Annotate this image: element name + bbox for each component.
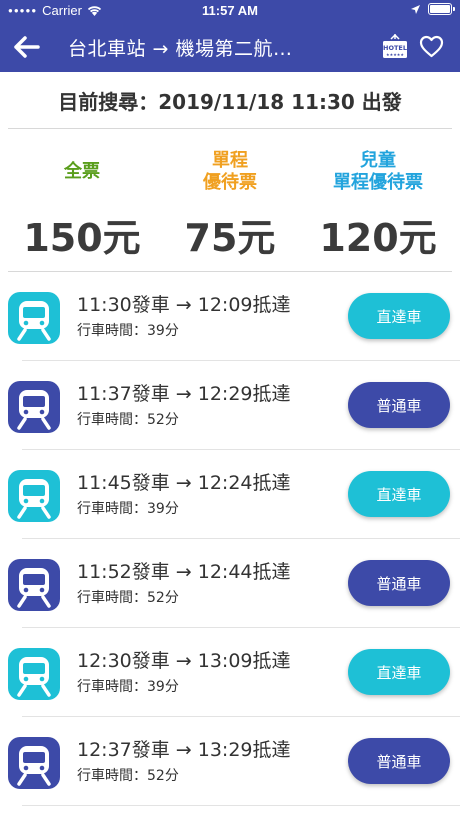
current-search-label: 目前搜尋：2019/11/18 11:30 出發 [58,89,402,114]
fare-concession: 單程 優待票 75元 [156,129,304,271]
fare-label: 全票 [64,143,100,201]
train-icon [8,292,60,344]
train-times: 11:30發車 → 12:09抵達 [77,294,291,316]
train-duration: 行車時間：39分 [77,679,179,695]
hotel-text: HOTEL [383,44,407,52]
hotel-icon: HOTEL ★★★★★ [383,33,407,58]
svg-text:★★★★★: ★★★★★ [386,52,404,57]
train-icon [8,559,60,611]
train-times: 12:37發車 → 13:29抵達 [77,739,291,761]
train-icon [8,648,60,700]
train-icon [8,470,60,522]
train-times: 11:45發車 → 12:24抵達 [77,472,291,494]
train-list: 11:30發車 → 12:09抵達 行車時間：39分 直達車 11:37發車 →… [0,272,460,806]
back-button[interactable] [0,22,52,72]
fare-label-line: 兒童 [360,150,396,171]
train-duration: 行車時間：39分 [77,501,179,517]
train-times: 11:52發車 → 12:44抵達 [77,561,291,583]
fare-price: 150元 [23,216,141,260]
train-duration: 行車時間：52分 [77,768,179,784]
train-type-button[interactable]: 普通車 [348,382,450,428]
train-row[interactable]: 11:37發車 → 12:29抵達 行車時間：52分 普通車 [0,361,460,450]
train-type-button[interactable]: 普通車 [348,560,450,606]
route-title: 台北車站 → 機場第二航… [68,37,293,60]
fare-child: 兒童 單程優待票 120元 [304,129,452,271]
favorite-button[interactable] [419,35,444,62]
heart-icon [419,35,444,58]
train-type-button[interactable]: 直達車 [348,471,450,517]
train-icon [8,381,60,433]
location-arrow-icon [411,4,420,14]
status-time: 11:57 AM [202,3,258,18]
fare-full: 全票 150元 [8,129,156,271]
train-duration: 行車時間：52分 [77,412,179,428]
train-times: 12:30發車 → 13:09抵達 [77,650,291,672]
battery-icon [428,3,455,15]
fare-label-line: 全票 [64,161,100,182]
fare-label: 單程 優待票 [203,143,257,201]
train-row[interactable]: 11:52發車 → 12:44抵達 行車時間：52分 普通車 [0,539,460,628]
train-row[interactable]: 12:30發車 → 13:09抵達 行車時間：39分 直達車 [0,628,460,717]
fare-label-line: 單程優待票 [333,172,423,193]
train-type-button[interactable]: 普通車 [348,738,450,784]
fare-label-line: 優待票 [203,172,257,193]
train-type-button[interactable]: 直達車 [348,649,450,695]
train-row[interactable]: 11:45發車 → 12:24抵達 行車時間：39分 直達車 [0,450,460,539]
current-search: 目前搜尋：2019/11/18 11:30 出發 [8,72,452,129]
train-duration: 行車時間：39分 [77,323,179,339]
nav-bar: 台北車站 → 機場第二航… HOTEL ★★★★★ [0,22,460,72]
fare-price: 75元 [184,216,276,260]
row-divider [22,805,460,806]
fare-price: 120元 [319,216,437,260]
status-bar: ●●●●● Carrier 11:57 AM [0,0,460,22]
train-type-button[interactable]: 直達車 [348,293,450,339]
fare-panel: 全票 150元 單程 優待票 75元 兒童 單程優待票 120元 [8,129,452,272]
train-row[interactable]: 11:30發車 → 12:09抵達 行車時間：39分 直達車 [0,272,460,361]
train-icon [8,737,60,789]
train-duration: 行車時間：52分 [77,590,179,606]
fare-label: 兒童 單程優待票 [333,143,423,201]
train-row[interactable]: 12:37發車 → 13:29抵達 行車時間：52分 普通車 [0,717,460,806]
hotel-button[interactable]: HOTEL ★★★★★ [382,32,408,66]
back-arrow-icon [14,36,40,58]
fare-label-line: 單程 [212,150,248,171]
train-times: 11:37發車 → 12:29抵達 [77,383,291,405]
